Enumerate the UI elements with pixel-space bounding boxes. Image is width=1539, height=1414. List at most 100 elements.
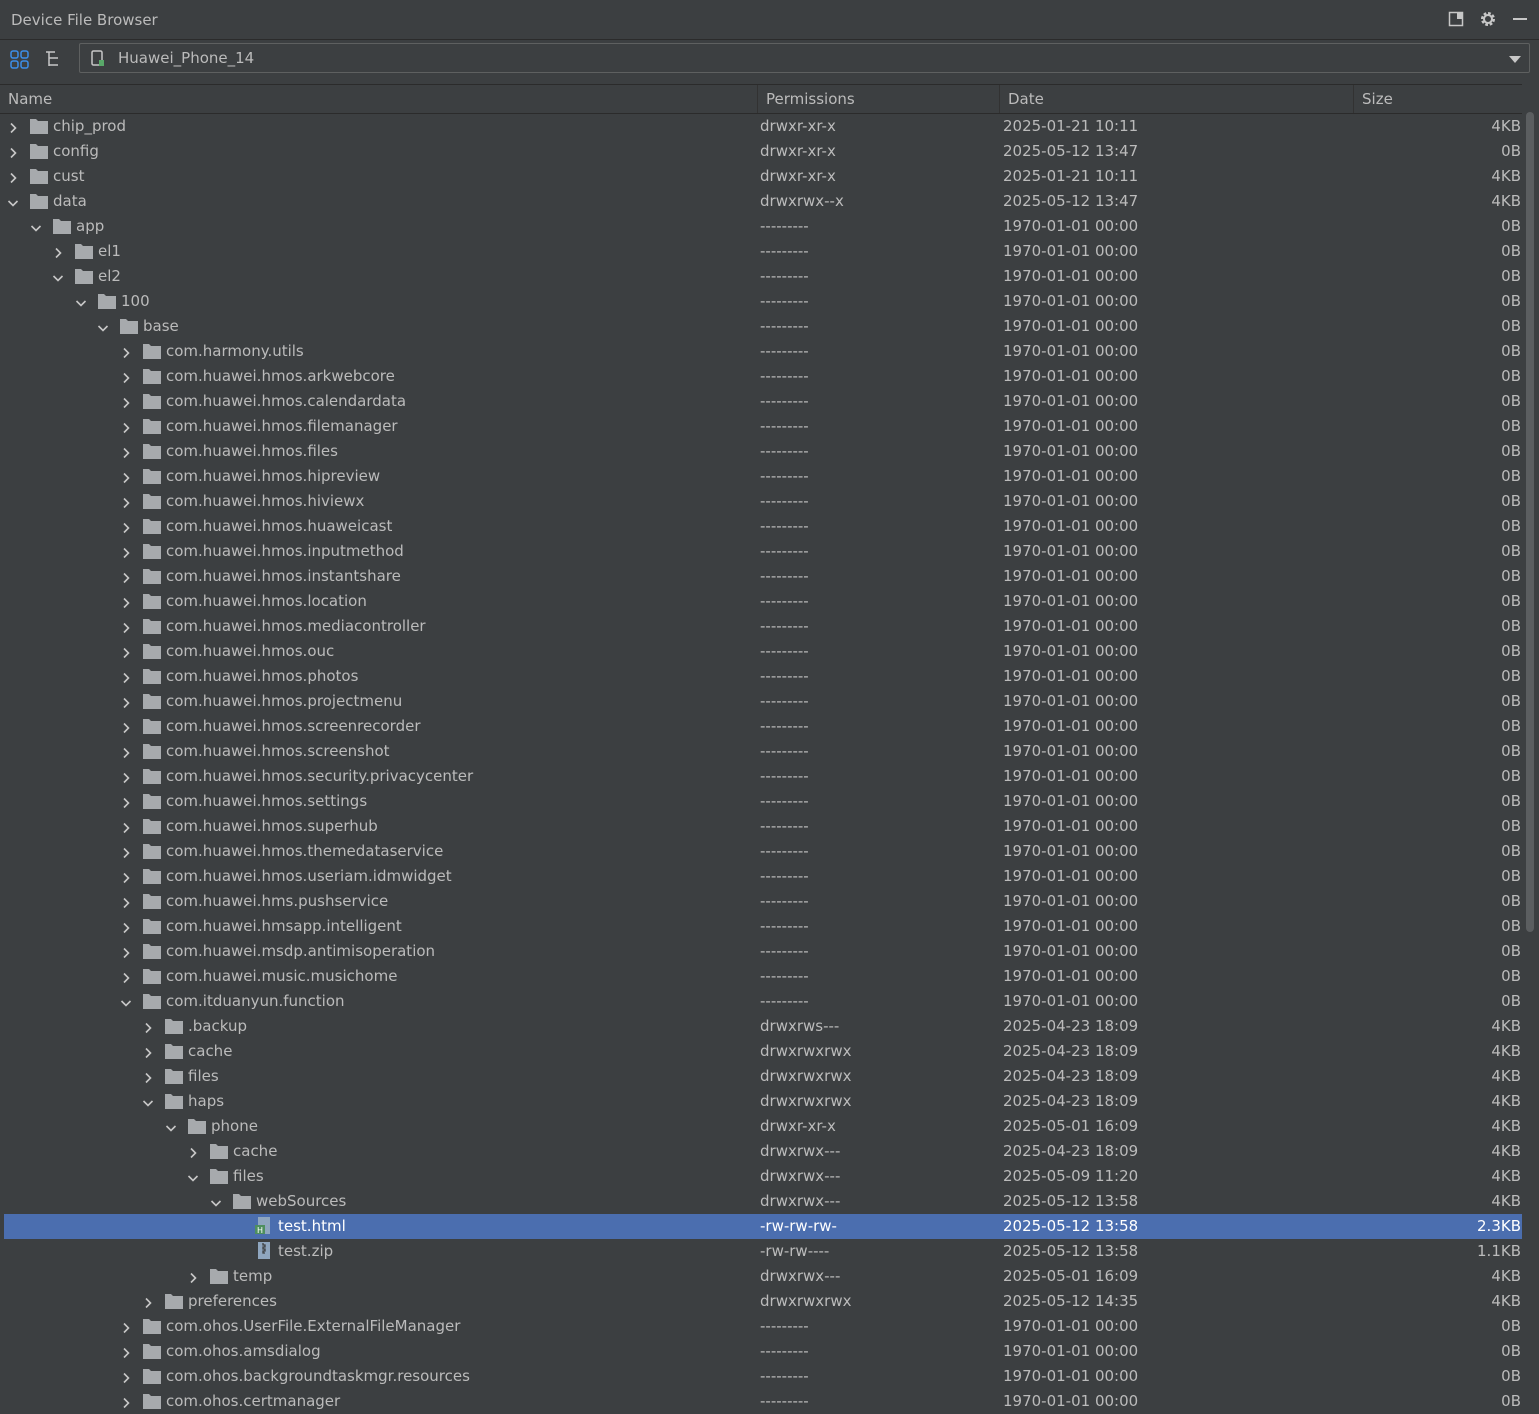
file-row[interactable]: .backup drwxrws--- 2025-04-23 18:09 4KB <box>4 1014 1522 1039</box>
column-date[interactable]: Date <box>1000 85 1354 113</box>
chevron-right-icon[interactable] <box>120 620 132 634</box>
file-row[interactable]: com.huawei.hmos.location --------- 1970-01… <box>4 589 1522 614</box>
chevron-right-icon[interactable] <box>7 145 19 159</box>
tree-view-icon[interactable] <box>43 49 65 71</box>
chevron-down-icon[interactable] <box>75 295 87 307</box>
chevron-right-icon[interactable] <box>142 1070 154 1084</box>
file-row[interactable]: el2 --------- 1970-01-01 00:00 0B <box>4 264 1522 289</box>
file-row[interactable]: 100 --------- 1970-01-01 00:00 0B <box>4 289 1522 314</box>
vertical-scrollbar[interactable] <box>1524 84 1537 1414</box>
file-row[interactable]: com.huawei.hmos.calendardata --------- 197… <box>4 389 1522 414</box>
file-row-selected[interactable]: Htest.html -rw-rw-rw- 2025-05-12 13:58 2.3K… <box>4 1214 1522 1239</box>
chevron-right-icon[interactable] <box>120 1345 132 1359</box>
file-row[interactable]: com.huawei.hmos.ouc --------- 1970-01-01 0… <box>4 639 1522 664</box>
chevron-right-icon[interactable] <box>120 695 132 709</box>
chevron-right-icon[interactable] <box>120 420 132 434</box>
chevron-right-icon[interactable] <box>120 595 132 609</box>
file-row[interactable]: com.huawei.hmos.mediacontroller ---------… <box>4 614 1522 639</box>
chevron-right-icon[interactable] <box>187 1145 199 1159</box>
chevron-right-icon[interactable] <box>120 820 132 834</box>
file-row[interactable]: com.huawei.hms.pushservice --------- 1970-… <box>4 889 1522 914</box>
file-row[interactable]: com.huawei.hmos.instantshare --------- 197… <box>4 564 1522 589</box>
file-row[interactable]: com.huawei.hmos.photos --------- 1970-01-0… <box>4 664 1522 689</box>
chevron-right-icon[interactable] <box>120 570 132 584</box>
chevron-right-icon[interactable] <box>142 1045 154 1059</box>
chevron-down-icon[interactable] <box>210 1195 222 1207</box>
file-row[interactable]: com.huawei.hmos.arkwebcore --------- 1970-… <box>4 364 1522 389</box>
file-row[interactable]: cust drwxr-xr-x 2025-01-21 10:11 4KB <box>4 164 1522 189</box>
chevron-right-icon[interactable] <box>120 1395 132 1409</box>
file-row[interactable]: com.itduanyun.function --------- 1970-01-0… <box>4 989 1522 1014</box>
chevron-down-icon[interactable] <box>165 1120 177 1132</box>
file-row[interactable]: el1 --------- 1970-01-01 00:00 0B <box>4 239 1522 264</box>
file-row[interactable]: temp drwxrwx--- 2025-05-01 16:09 4KB <box>4 1264 1522 1289</box>
chevron-down-icon[interactable] <box>142 1095 154 1107</box>
chevron-right-icon[interactable] <box>120 1370 132 1384</box>
chevron-right-icon[interactable] <box>142 1295 154 1309</box>
chevron-right-icon[interactable] <box>120 495 132 509</box>
file-row[interactable]: com.huawei.hmos.files --------- 1970-01-01… <box>4 439 1522 464</box>
chevron-right-icon[interactable] <box>120 1320 132 1334</box>
chevron-right-icon[interactable] <box>52 245 64 259</box>
file-row[interactable]: com.huawei.hmos.useriam.idmwidget -------… <box>4 864 1522 889</box>
file-row[interactable]: files drwxrwx--- 2025-05-09 11:20 4KB <box>4 1164 1522 1189</box>
file-row[interactable]: com.huawei.hmos.hiviewx --------- 1970-01-… <box>4 489 1522 514</box>
chevron-down-icon[interactable] <box>187 1170 199 1182</box>
chevron-right-icon[interactable] <box>142 1020 154 1034</box>
chevron-down-icon[interactable] <box>7 195 19 207</box>
file-row[interactable]: com.ohos.backgroundtaskmgr.resources ----… <box>4 1364 1522 1389</box>
chevron-right-icon[interactable] <box>7 120 19 134</box>
column-permissions[interactable]: Permissions <box>758 85 1000 113</box>
chevron-right-icon[interactable] <box>120 795 132 809</box>
chevron-down-icon[interactable] <box>97 320 109 332</box>
file-row[interactable]: com.ohos.certmanager --------- 1970-01-01 … <box>4 1389 1522 1414</box>
column-size[interactable]: Size <box>1354 85 1522 113</box>
file-row[interactable]: com.huawei.hmos.hipreview --------- 1970-0… <box>4 464 1522 489</box>
file-row[interactable]: phone drwxr-xr-x 2025-05-01 16:09 4KB <box>4 1114 1522 1139</box>
chevron-right-icon[interactable] <box>120 920 132 934</box>
scrollbar-thumb[interactable] <box>1526 112 1534 932</box>
file-row[interactable]: webSources drwxrwx--- 2025-05-12 13:58 4KB <box>4 1189 1522 1214</box>
chevron-right-icon[interactable] <box>120 970 132 984</box>
file-row[interactable]: com.huawei.hmos.themedataservice --------… <box>4 839 1522 864</box>
file-row[interactable]: base --------- 1970-01-01 00:00 0B <box>4 314 1522 339</box>
chevron-right-icon[interactable] <box>120 370 132 384</box>
file-row[interactable]: haps drwxrwxrwx 2025-04-23 18:09 4KB <box>4 1089 1522 1114</box>
file-row[interactable]: app --------- 1970-01-01 00:00 0B <box>4 214 1522 239</box>
file-row[interactable]: com.huawei.hmos.settings --------- 1970-01… <box>4 789 1522 814</box>
chevron-right-icon[interactable] <box>120 520 132 534</box>
chevron-right-icon[interactable] <box>120 395 132 409</box>
minimize-icon[interactable] <box>1511 10 1529 28</box>
chevron-right-icon[interactable] <box>120 745 132 759</box>
file-row[interactable]: com.huawei.hmos.screenrecorder --------- 1… <box>4 714 1522 739</box>
gear-icon[interactable] <box>1479 10 1497 28</box>
file-row[interactable]: com.huawei.hmos.huaweicast --------- 1970-… <box>4 514 1522 539</box>
chevron-down-icon[interactable] <box>1509 56 1521 63</box>
chevron-right-icon[interactable] <box>120 720 132 734</box>
file-row[interactable]: data drwxrwx--x 2025-05-12 13:47 4KB <box>4 189 1522 214</box>
chevron-right-icon[interactable] <box>120 645 132 659</box>
chevron-right-icon[interactable] <box>120 895 132 909</box>
file-row[interactable]: files drwxrwxrwx 2025-04-23 18:09 4KB <box>4 1064 1522 1089</box>
chevron-right-icon[interactable] <box>120 870 132 884</box>
file-row[interactable]: chip_prod drwxr-xr-x 2025-01-21 10:11 4KB <box>4 114 1522 139</box>
file-row[interactable]: test.zip -rw-rw---- 2025-05-12 13:58 1.1KB <box>4 1239 1522 1264</box>
file-row[interactable]: com.huawei.hmos.security.privacycenter --… <box>4 764 1522 789</box>
chevron-right-icon[interactable] <box>120 345 132 359</box>
file-row[interactable]: cache drwxrwx--- 2025-04-23 18:09 4KB <box>4 1139 1522 1164</box>
window-layout-icon[interactable] <box>1447 10 1465 28</box>
file-row[interactable]: com.harmony.utils --------- 1970-01-01 00:… <box>4 339 1522 364</box>
chevron-right-icon[interactable] <box>120 770 132 784</box>
file-row[interactable]: com.huawei.msdp.antimisoperation --------… <box>4 939 1522 964</box>
chevron-right-icon[interactable] <box>120 445 132 459</box>
chevron-right-icon[interactable] <box>120 470 132 484</box>
file-row[interactable]: com.ohos.UserFile.ExternalFileManager ---… <box>4 1314 1522 1339</box>
column-name[interactable]: Name <box>0 85 758 113</box>
file-row[interactable]: com.huawei.hmos.projectmenu --------- 1970… <box>4 689 1522 714</box>
chevron-right-icon[interactable] <box>187 1270 199 1284</box>
file-row[interactable]: com.huawei.hmsapp.intelligent --------- 19… <box>4 914 1522 939</box>
file-row[interactable]: preferences drwxrwxrwx 2025-05-12 14:35 4KB <box>4 1289 1522 1314</box>
file-row[interactable]: com.ohos.amsdialog --------- 1970-01-01 00… <box>4 1339 1522 1364</box>
file-row[interactable]: cache drwxrwxrwx 2025-04-23 18:09 4KB <box>4 1039 1522 1064</box>
chevron-down-icon[interactable] <box>52 270 64 282</box>
